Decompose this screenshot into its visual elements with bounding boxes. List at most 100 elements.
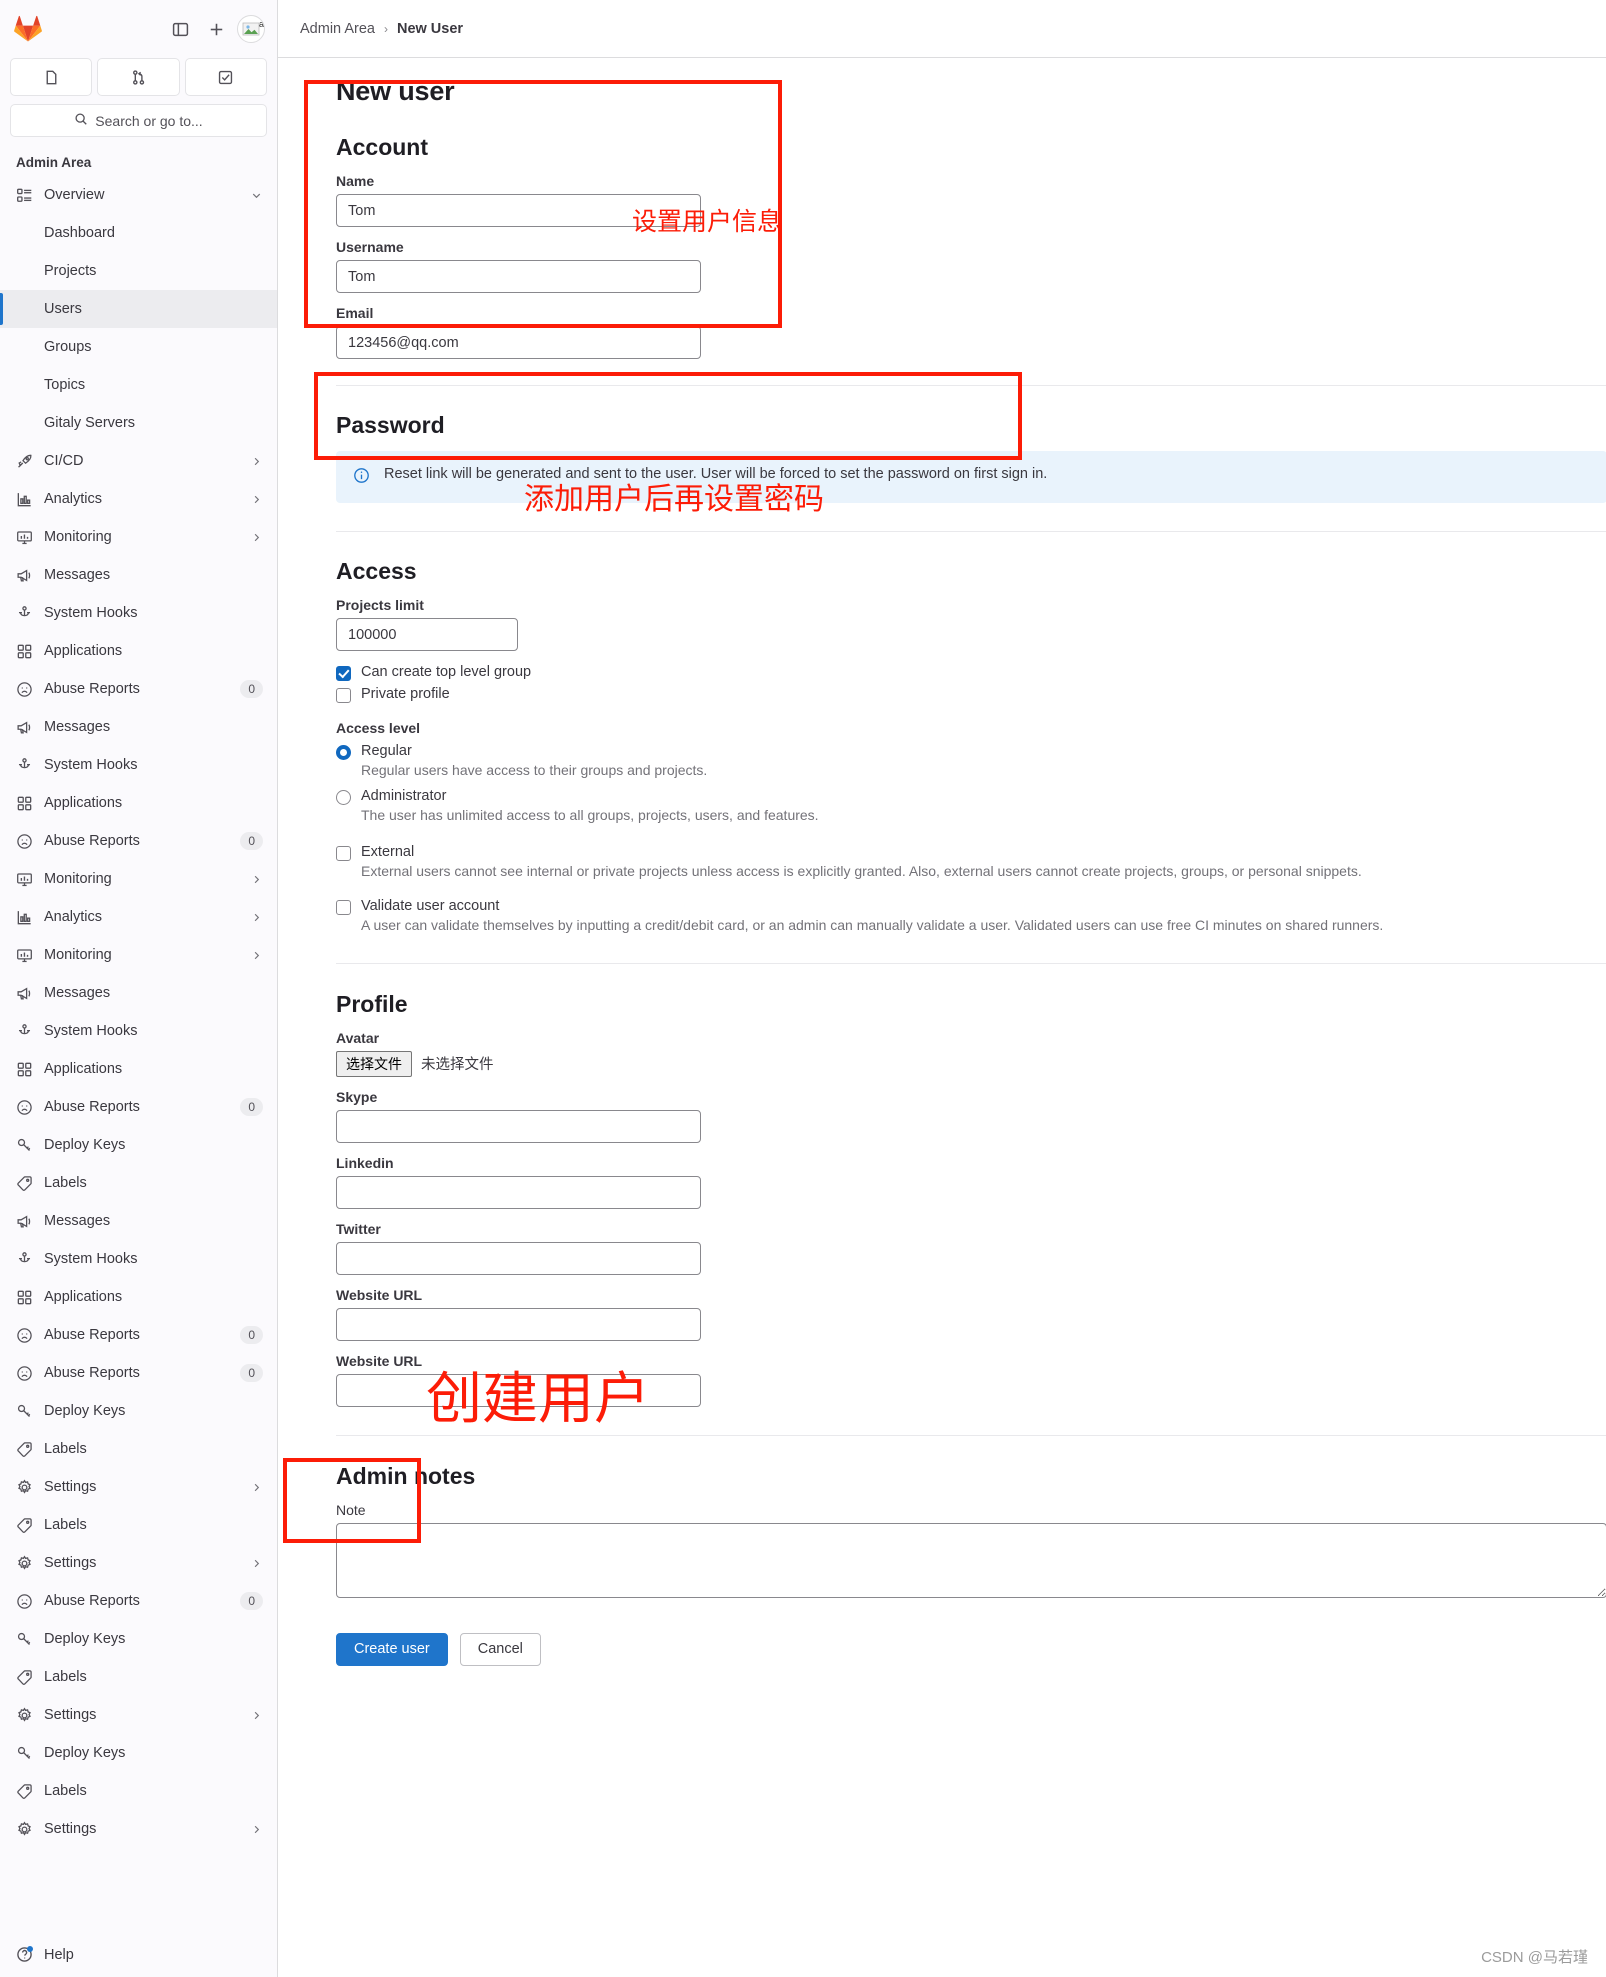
sidebar-item-deploy-keys[interactable]: Deploy Keys [0, 1392, 277, 1430]
sidebar-item-applications[interactable]: Applications [0, 1050, 277, 1088]
chevron-right-icon[interactable] [250, 873, 263, 886]
sidebar-item-labels[interactable]: Labels [0, 1658, 277, 1696]
validate-user-account-option[interactable]: Validate user account A user can validat… [336, 898, 1566, 935]
sidebar-item-label: Messages [44, 567, 111, 583]
sidebar-item-monitoring[interactable]: Monitoring [0, 860, 277, 898]
sidebar-item-applications[interactable]: Applications [0, 632, 277, 670]
sidebar-item-abuse-reports[interactable]: Abuse Reports 0 [0, 670, 277, 708]
sidebar-item-label: System Hooks [44, 757, 138, 773]
sidebar-item-groups[interactable]: Groups [0, 328, 277, 366]
sidebar-item-analytics[interactable]: Analytics [0, 898, 277, 936]
sidebar-item-monitoring[interactable]: Monitoring [0, 936, 277, 974]
sidebar-toggle-icon[interactable] [165, 14, 195, 44]
sidebar-item-messages[interactable]: Messages [0, 1202, 277, 1240]
sidebar-item-overview[interactable]: Overview [0, 176, 277, 214]
chevron-right-icon[interactable] [250, 949, 263, 962]
sidebar-item-gitaly-servers[interactable]: Gitaly Servers [0, 404, 277, 442]
sidebar-item-topics[interactable]: Topics [0, 366, 277, 404]
access-level-label: Access level [336, 720, 421, 736]
gitlab-logo-icon[interactable] [14, 15, 42, 43]
password-info-alert: Reset link will be generated and sent to… [336, 451, 1606, 503]
external-label: External [361, 843, 415, 860]
sidebar-item-system-hooks[interactable]: System Hooks [0, 1012, 277, 1050]
search-input[interactable]: Search or go to... [10, 104, 267, 137]
name-input[interactable] [336, 194, 701, 227]
sidebar-item-dashboard[interactable]: Dashboard [0, 214, 277, 252]
sidebar-item-messages[interactable]: Messages [0, 556, 277, 594]
external-checkbox[interactable] [336, 845, 351, 861]
chevron-right-icon[interactable] [250, 455, 263, 468]
sidebar-item-settings[interactable]: Settings [0, 1810, 277, 1848]
chevron-right-icon[interactable] [250, 531, 263, 544]
sidebar-item-labels[interactable]: Labels [0, 1506, 277, 1544]
sidebar-item-labels[interactable]: Labels [0, 1772, 277, 1810]
help-button[interactable]: Help [16, 1946, 261, 1963]
external-option[interactable]: External External users cannot see inter… [336, 844, 1566, 881]
sidebar-item-applications[interactable]: Applications [0, 1278, 277, 1316]
sidebar-item-users[interactable]: Users [0, 290, 277, 328]
cancel-button[interactable]: Cancel [459, 1632, 541, 1666]
sidebar-item-settings[interactable]: Settings [0, 1468, 277, 1506]
avatar-file-input[interactable]: 选择文件 未选择文件 [336, 1050, 1566, 1077]
private-profile-checkbox[interactable] [336, 688, 351, 703]
sidebar-item-labels[interactable]: Labels [0, 1430, 277, 1468]
chevron-right-icon[interactable] [250, 1823, 263, 1836]
profile-field-input[interactable] [336, 1175, 701, 1209]
sidebar-item-deploy-keys[interactable]: Deploy Keys [0, 1126, 277, 1164]
sidebar-item-system-hooks[interactable]: System Hooks [0, 594, 277, 632]
private-profile-row[interactable]: Private profile [336, 686, 1566, 703]
sidebar-item-abuse-reports[interactable]: Abuse Reports 0 [0, 1354, 277, 1392]
profile-field-input[interactable] [336, 1373, 701, 1407]
sidebar-item-abuse-reports[interactable]: Abuse Reports 0 [0, 822, 277, 860]
sidebar-item-analytics[interactable]: Analytics [0, 480, 277, 518]
sidebar-item-labels[interactable]: Labels [0, 1164, 277, 1202]
issues-icon[interactable] [10, 58, 93, 96]
sidebar-item-abuse-reports[interactable]: Abuse Reports 0 [0, 1088, 277, 1126]
username-input[interactable] [336, 260, 701, 293]
chevron-down-icon[interactable] [250, 189, 263, 202]
chevron-right-icon[interactable] [250, 1557, 263, 1570]
sidebar-item-messages[interactable]: Messages [0, 708, 277, 746]
chevron-right-icon[interactable] [250, 1709, 263, 1722]
choose-file-button[interactable]: 选择文件 [336, 1050, 412, 1077]
can-create-top-level-group-checkbox[interactable] [336, 666, 351, 681]
label-icon [16, 1669, 33, 1686]
chevron-right-icon[interactable] [250, 493, 263, 506]
validate-user-account-checkbox[interactable] [336, 899, 351, 915]
sidebar-item-abuse-reports[interactable]: Abuse Reports 0 [0, 1316, 277, 1354]
sidebar-item-applications[interactable]: Applications [0, 784, 277, 822]
administrator-radio[interactable] [336, 789, 351, 805]
sidebar-item-label: Gitaly Servers [44, 415, 136, 431]
profile-field-linkedin-1: Linkedin [336, 1155, 1566, 1209]
user-avatar[interactable]: a [237, 15, 265, 43]
sidebar-item-system-hooks[interactable]: System Hooks [0, 746, 277, 784]
note-textarea[interactable] [336, 1522, 1606, 1598]
sidebar-item-deploy-keys[interactable]: Deploy Keys [0, 1620, 277, 1658]
sidebar-item-label: Settings [44, 1479, 97, 1495]
sidebar-item-settings[interactable]: Settings [0, 1544, 277, 1582]
can-create-top-level-group-row[interactable]: Can create top level group [336, 664, 1566, 681]
sidebar-item-projects[interactable]: Projects [0, 252, 277, 290]
sidebar-item-deploy-keys[interactable]: Deploy Keys [0, 1734, 277, 1772]
access-level-option-regular[interactable]: Regular Regular users have access to the… [336, 743, 1566, 780]
sidebar-item-monitoring[interactable]: Monitoring [0, 518, 277, 556]
todos-icon[interactable] [184, 58, 267, 96]
breadcrumb-parent[interactable]: Admin Area [300, 21, 375, 37]
plus-icon[interactable] [201, 14, 231, 44]
regular-radio[interactable] [336, 745, 351, 760]
access-level-option-administrator[interactable]: Administrator The user has unlimited acc… [336, 788, 1566, 825]
sidebar-item-system-hooks[interactable]: System Hooks [0, 1240, 277, 1278]
sidebar-item-abuse-reports[interactable]: Abuse Reports 0 [0, 1582, 277, 1620]
profile-field-input[interactable] [336, 1109, 701, 1143]
profile-field-input[interactable] [336, 1307, 701, 1341]
projects-limit-input[interactable] [336, 618, 518, 651]
sidebar-item-ci-cd[interactable]: CI/CD [0, 442, 277, 480]
sidebar-item-settings[interactable]: Settings [0, 1696, 277, 1734]
create-user-button[interactable]: Create user [336, 1632, 448, 1666]
sidebar-item-messages[interactable]: Messages [0, 974, 277, 1012]
chevron-right-icon[interactable] [250, 911, 263, 924]
merge-requests-icon[interactable] [97, 58, 180, 96]
email-input[interactable] [336, 326, 701, 359]
profile-field-input[interactable] [336, 1241, 701, 1275]
chevron-right-icon[interactable] [250, 1481, 263, 1494]
